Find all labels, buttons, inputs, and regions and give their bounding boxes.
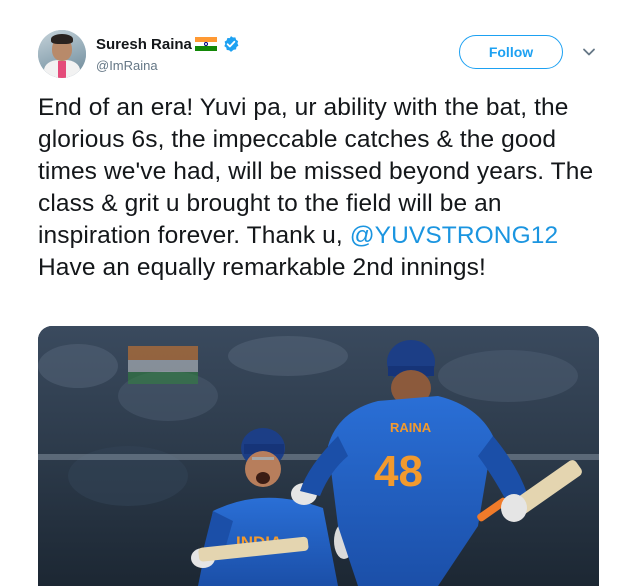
jersey-name: RAINA: [390, 420, 432, 435]
tweet-text: End of an era! Yuvi pa, ur ability with …: [38, 92, 618, 284]
mention-link[interactable]: @YUVSTRONG12: [350, 222, 559, 249]
tweet-photo[interactable]: INDIA RAINA 48: [38, 326, 599, 586]
india-flag-icon: [194, 37, 217, 51]
verified-badge-icon: [222, 35, 240, 53]
jersey-number: 48: [374, 447, 423, 496]
chevron-down-icon[interactable]: [580, 43, 598, 61]
author-display-name[interactable]: Suresh Raina: [96, 36, 192, 53]
author-name-row[interactable]: Suresh Raina: [96, 34, 240, 54]
author-handle[interactable]: @ImRaina: [96, 58, 158, 73]
avatar[interactable]: [38, 30, 86, 78]
follow-button[interactable]: Follow: [459, 35, 563, 69]
tweet-card: Suresh Raina @ImRaina Follow End of an e…: [0, 0, 638, 586]
tweet-text-tail: Have an equally remarkable 2nd innings!: [38, 254, 486, 281]
